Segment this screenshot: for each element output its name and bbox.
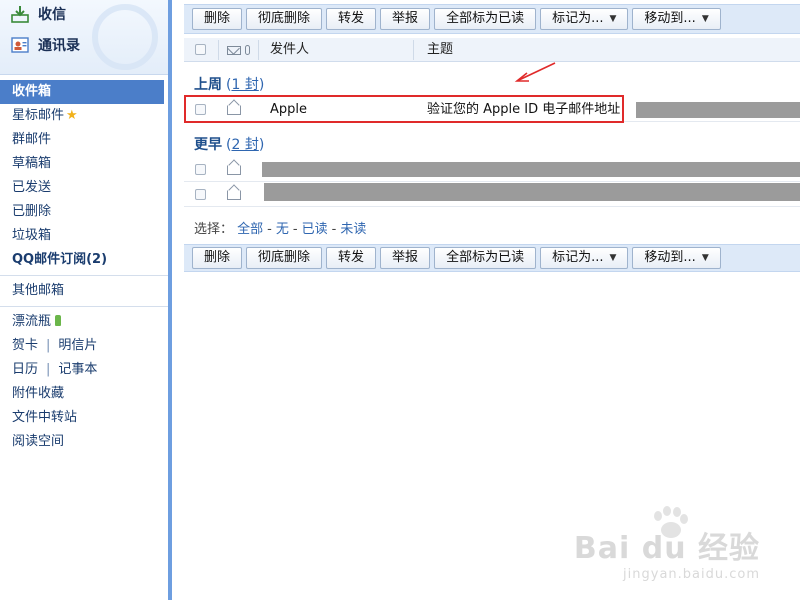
read-envelope-icon <box>227 190 241 200</box>
folder-deleted[interactable]: 已删除 <box>0 200 168 224</box>
sidebar-divider <box>0 306 168 307</box>
file-transfer-label: 文件中转站 <box>12 410 78 425</box>
folder-qq-subscriptions[interactable]: QQ邮件订阅(2) <box>0 248 168 272</box>
address-book-icon <box>10 35 30 55</box>
mark-all-read-button[interactable]: 全部标为已读 <box>434 247 537 269</box>
postcard-link[interactable]: 明信片 <box>58 338 97 353</box>
receive-mail-button[interactable]: 收信 <box>10 3 66 25</box>
select-all-link[interactable]: 全部 <box>237 222 263 237</box>
redacted-email-row <box>264 183 800 201</box>
watermark-main: Bai du 经验 <box>573 531 760 566</box>
watermark-url: jingyan.baidu.com <box>623 567 760 582</box>
drift-bottle-link[interactable]: 漂流瓶 <box>0 310 168 334</box>
attachments-label: 附件收藏 <box>12 386 65 401</box>
report-button[interactable]: 举报 <box>380 247 431 269</box>
file-transfer-link[interactable]: 文件中转站 <box>0 406 168 430</box>
inbox-download-icon <box>10 4 30 24</box>
attachments-link[interactable]: 附件收藏 <box>0 382 168 406</box>
drift-bottle-label: 漂流瓶 <box>12 314 52 329</box>
folder-starred[interactable]: 星标邮件 ★ <box>0 104 168 128</box>
star-icon: ★ <box>66 108 78 123</box>
card-links: 贺卡 | 明信片 <box>0 334 168 358</box>
folder-group-mail[interactable]: 群邮件 <box>0 128 168 152</box>
forward-button[interactable]: 转发 <box>326 247 377 269</box>
sidebar-divider <box>0 275 168 276</box>
chevron-down-icon: ▼ <box>609 253 617 263</box>
folder-list: 收件箱 星标邮件 ★ 群邮件 草稿箱 已发送 已删除 垃圾箱 QQ邮件订阅(2) … <box>0 80 168 454</box>
folder-spam[interactable]: 垃圾箱 <box>0 224 168 248</box>
group-count-link[interactable]: 2 封 <box>231 137 258 153</box>
folder-starred-label: 星标邮件 <box>12 108 65 123</box>
reading-space-link[interactable]: 阅读空间 <box>0 430 168 454</box>
annotation-arrow-icon <box>514 62 556 82</box>
folder-drafts[interactable]: 草稿箱 <box>0 152 168 176</box>
qq-mail-emblem-icon <box>92 4 158 70</box>
separator-pipe: | <box>46 338 51 353</box>
row-checkbox[interactable] <box>195 189 206 200</box>
delete-button[interactable]: 删除 <box>192 247 243 269</box>
redacted-email-row <box>262 162 800 177</box>
select-unread-link[interactable]: 未读 <box>340 222 366 237</box>
greeting-card-link[interactable]: 贺卡 <box>12 338 38 353</box>
move-to-label: 移动到... <box>644 250 696 265</box>
move-to-dropdown[interactable]: 移动到... ▼ <box>632 247 721 269</box>
table-row[interactable] <box>184 182 800 207</box>
folder-deleted-label: 已删除 <box>12 204 52 219</box>
select-none-link[interactable]: 无 <box>276 222 289 237</box>
folder-sent-label: 已发送 <box>12 180 52 195</box>
select-label: 选择： <box>194 222 234 237</box>
other-mailbox-link[interactable]: 其他邮箱 <box>0 279 168 303</box>
folder-inbox-label: 收件箱 <box>12 84 52 99</box>
selection-bar: 选择： 全部 - 无 - 已读 - 未读 <box>194 218 366 237</box>
group-title-text: 更早 <box>194 137 222 153</box>
separator-dash: - <box>331 222 337 237</box>
folder-group-mail-label: 群邮件 <box>12 132 52 147</box>
folder-sent[interactable]: 已发送 <box>0 176 168 200</box>
folder-qq-subscriptions-label: QQ邮件订阅(2) <box>12 252 108 267</box>
chevron-down-icon: ▼ <box>701 253 709 263</box>
other-mailbox-label: 其他邮箱 <box>12 283 65 298</box>
separator-pipe: | <box>46 362 51 377</box>
calendar-link[interactable]: 日历 <box>12 362 38 377</box>
baidu-jingyan-watermark: Bai du 经验 jingyan.baidu.com <box>574 523 760 582</box>
group-count[interactable]: (2 封) <box>226 137 264 153</box>
calendar-links: 日历 | 记事本 <box>0 358 168 382</box>
notebook-link[interactable]: 记事本 <box>58 362 97 377</box>
row-checkbox[interactable] <box>195 164 206 175</box>
delete-forever-button[interactable]: 彻底删除 <box>246 247 323 269</box>
mark-as-dropdown[interactable]: 标记为... ▼ <box>540 247 629 269</box>
mark-as-label: 标记为... <box>552 250 604 265</box>
sidebar-top-actions: 收信 通讯录 <box>0 0 168 75</box>
folder-spam-label: 垃圾箱 <box>12 228 52 243</box>
table-row[interactable] <box>184 157 800 182</box>
group-earlier-title: 更早 (2 封) <box>194 134 264 154</box>
contacts-label: 通讯录 <box>38 38 80 54</box>
reading-space-label: 阅读空间 <box>12 434 65 449</box>
separator-dash: - <box>292 222 298 237</box>
sidebar: 收信 通讯录 收件箱 星标邮件 ★ 群邮件 草稿箱 已发送 已删除 垃圾箱 QQ邮… <box>0 0 172 600</box>
separator-dash: - <box>267 222 272 237</box>
folder-drafts-label: 草稿箱 <box>12 156 52 171</box>
folder-inbox[interactable]: 收件箱 <box>0 80 164 104</box>
receive-mail-label: 收信 <box>38 7 66 23</box>
bottom-toolbar: 删除 彻底删除 转发 举报 全部标为已读 标记为... ▼ 移动到... ▼ <box>184 244 800 272</box>
contacts-button[interactable]: 通讯录 <box>10 34 80 56</box>
mail-list-panel: 删除 彻底删除 转发 举报 全部标为已读 标记为... ▼ 移动到... ▼ 发件人… <box>176 0 800 600</box>
select-read-link[interactable]: 已读 <box>302 222 328 237</box>
read-envelope-icon <box>227 165 241 175</box>
bottle-icon <box>55 315 62 326</box>
